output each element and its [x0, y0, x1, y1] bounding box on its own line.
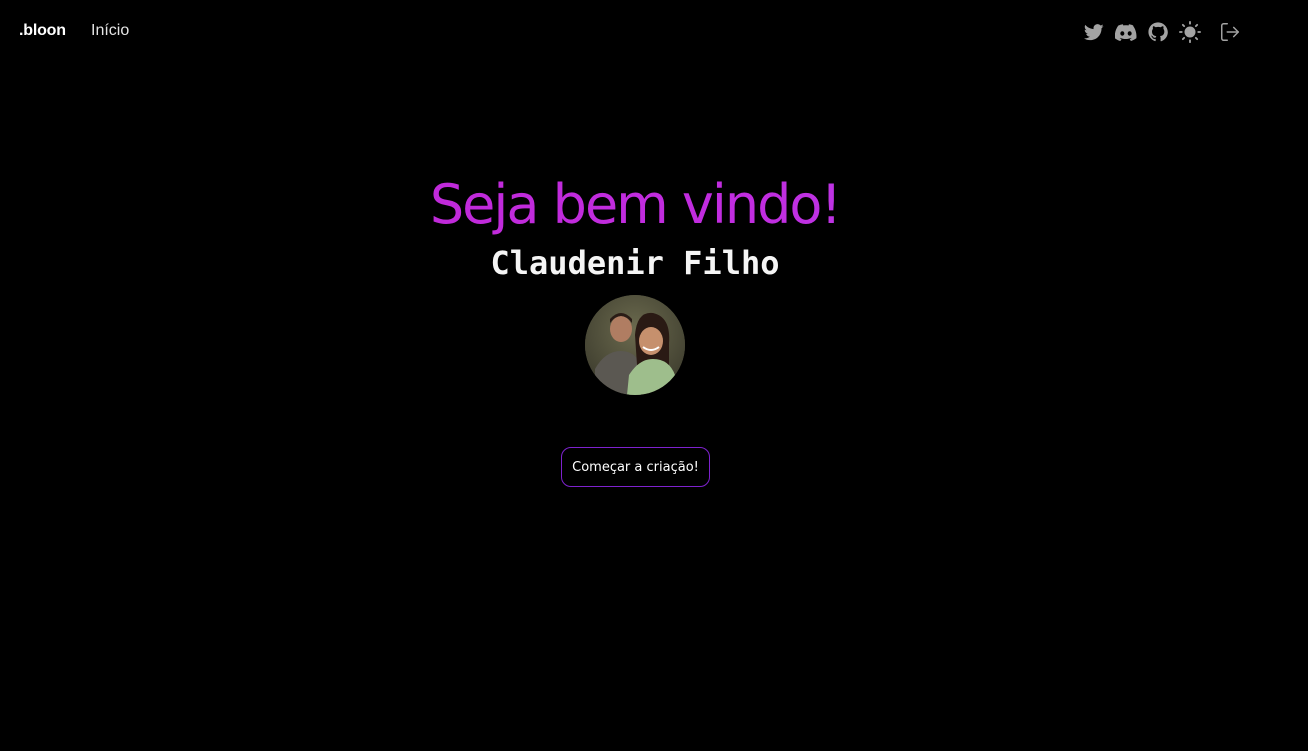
user-avatar [585, 295, 685, 395]
sun-icon[interactable] [1179, 21, 1201, 43]
start-creation-button[interactable]: Começar a criação! [561, 447, 710, 487]
avatar-photo-placeholder [585, 295, 685, 395]
user-name: Claudenir Filho [490, 244, 780, 282]
logout-icon[interactable] [1219, 21, 1241, 43]
navbar: .bloon Início [0, 0, 1308, 64]
brand-logo-link[interactable]: .bloon [19, 22, 66, 40]
github-icon[interactable] [1147, 21, 1169, 43]
welcome-title: Seja bem vindo! [0, 170, 1270, 240]
discord-icon[interactable] [1115, 21, 1137, 43]
welcome-section: Seja bem vindo! Claudenir Filho [0, 170, 1270, 286]
nav-link-inicio[interactable]: Início [91, 22, 129, 40]
navbar-icon-group [1083, 20, 1241, 44]
twitter-icon[interactable] [1083, 21, 1105, 43]
